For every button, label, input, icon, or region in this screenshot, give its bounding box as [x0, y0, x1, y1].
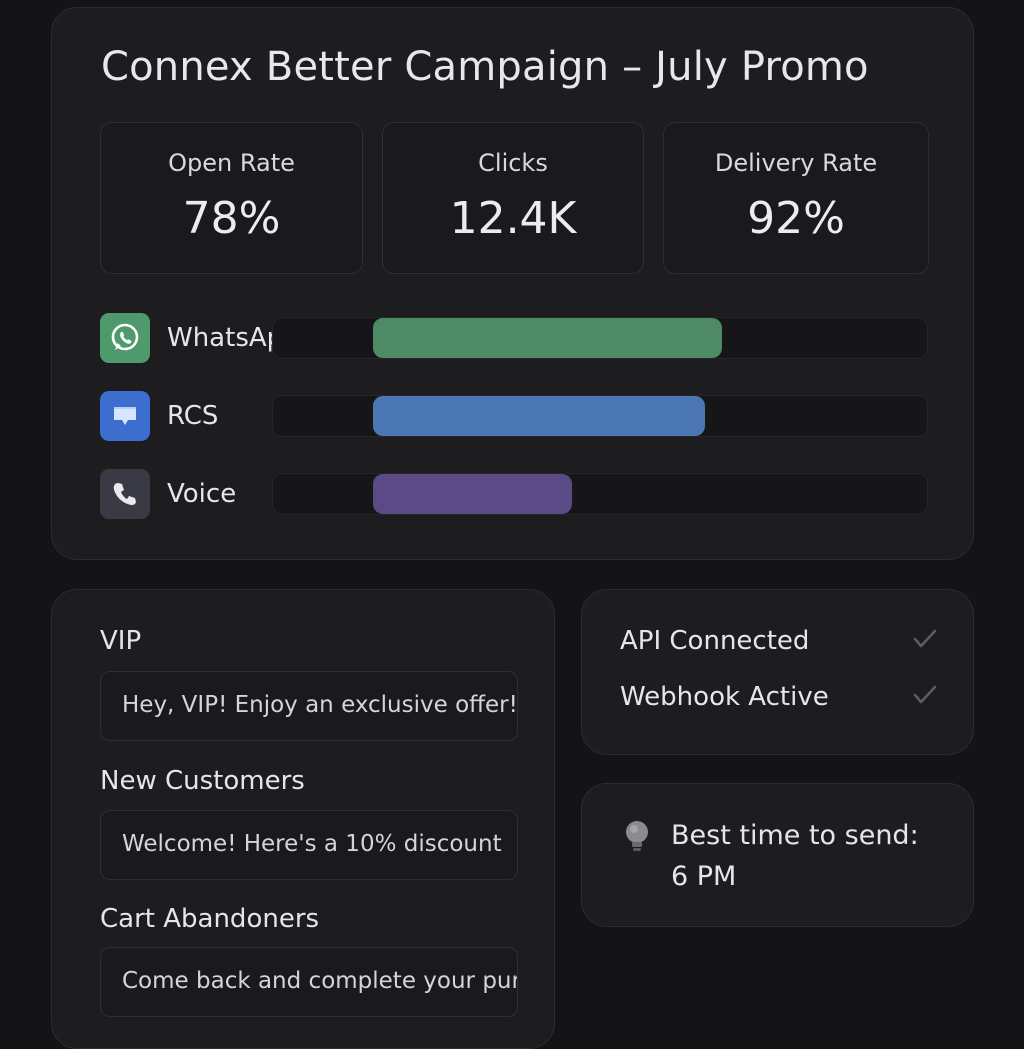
channel-progress-track	[272, 473, 928, 515]
segment-title: New Customers	[100, 766, 305, 796]
stat-delivery-rate: Delivery Rate 92%	[663, 122, 929, 274]
segment-message: Welcome! Here's a 10% discount	[122, 831, 502, 857]
channel-row-whatsapp[interactable]: WhatsApp	[100, 313, 929, 363]
page-title: Connex Better Campaign – July Promo	[101, 44, 869, 90]
stat-label: Clicks	[478, 149, 548, 177]
stat-value: 78%	[182, 193, 281, 244]
channel-progress-fill	[373, 318, 722, 358]
status-label: Webhook Active	[620, 682, 829, 712]
segment-message-field[interactable]: Come back and complete your purchase	[100, 947, 518, 1017]
channel-progress-fill	[373, 396, 705, 436]
send-time-tip-card: Best time to send: 6 PM	[581, 783, 974, 927]
channel-progress-track	[272, 395, 928, 437]
segment-message-field[interactable]: Hey, VIP! Enjoy an exclusive offer!	[100, 671, 518, 741]
stat-open-rate: Open Rate 78%	[100, 122, 363, 274]
checkmark-icon	[910, 624, 940, 658]
segment-title: VIP	[100, 626, 142, 656]
channel-label: Voice	[167, 479, 237, 509]
channel-progress-fill	[373, 474, 572, 514]
stat-value: 12.4K	[449, 193, 577, 244]
campaign-card: Connex Better Campaign – July Promo Open…	[51, 7, 974, 560]
checkmark-icon	[910, 680, 940, 714]
status-row-webhook: Webhook Active	[620, 678, 940, 718]
integration-status-card: API Connected Webhook Active	[581, 589, 974, 755]
channel-row-voice[interactable]: Voice	[100, 469, 929, 519]
lightbulb-icon	[622, 819, 652, 859]
segment-message: Come back and complete your purchase	[122, 968, 517, 994]
segment-title: Cart Abandoners	[100, 904, 320, 934]
stat-label: Open Rate	[168, 149, 295, 177]
stat-value: 92%	[747, 193, 845, 244]
segment-message-field[interactable]: Welcome! Here's a 10% discount	[100, 810, 518, 880]
status-row-api: API Connected	[620, 622, 940, 662]
rcs-message-icon	[100, 391, 150, 441]
channel-progress-track	[272, 317, 928, 359]
tip-text: Best time to send:	[671, 820, 919, 851]
tip-value: 6 PM	[671, 861, 737, 892]
status-label: API Connected	[620, 626, 810, 656]
segments-card: VIP Hey, VIP! Enjoy an exclusive offer! …	[51, 589, 555, 1049]
phone-icon	[100, 469, 150, 519]
channel-label: RCS	[167, 401, 219, 431]
stat-label: Delivery Rate	[714, 149, 878, 177]
segment-message: Hey, VIP! Enjoy an exclusive offer!	[122, 692, 518, 718]
whatsapp-icon	[100, 313, 150, 363]
stat-clicks: Clicks 12.4K	[382, 122, 644, 274]
channel-row-rcs[interactable]: RCS	[100, 391, 929, 441]
